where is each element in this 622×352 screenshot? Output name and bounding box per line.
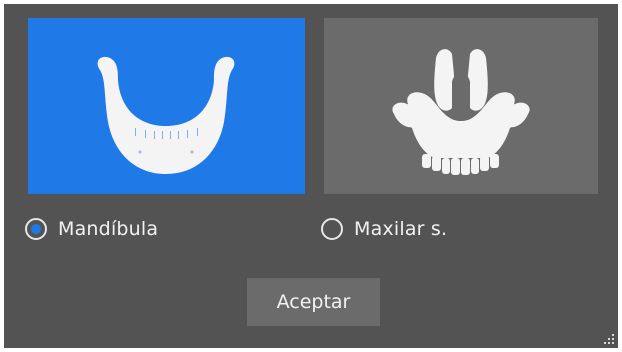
maxilla-icon [392, 49, 530, 175]
radio-selected-dot [31, 224, 41, 234]
maxilla-radio-option[interactable]: Maxilar s. [321, 216, 447, 242]
mandible-radio-option[interactable]: Mandíbula [25, 216, 158, 242]
mandible-icon [97, 56, 235, 175]
mandible-radio-label: Mandíbula [58, 218, 159, 240]
mandible-radio[interactable] [25, 218, 47, 240]
resize-grip-icon[interactable] [602, 332, 616, 346]
maxilla-card[interactable] [324, 18, 598, 194]
accept-button[interactable]: Aceptar [247, 278, 380, 326]
maxilla-radio[interactable] [321, 218, 343, 240]
jaw-selection-dialog: Mandíbula Maxilar s. Aceptar [4, 4, 618, 348]
mandible-card[interactable] [28, 18, 305, 194]
maxilla-radio-label: Maxilar s. [354, 218, 448, 240]
